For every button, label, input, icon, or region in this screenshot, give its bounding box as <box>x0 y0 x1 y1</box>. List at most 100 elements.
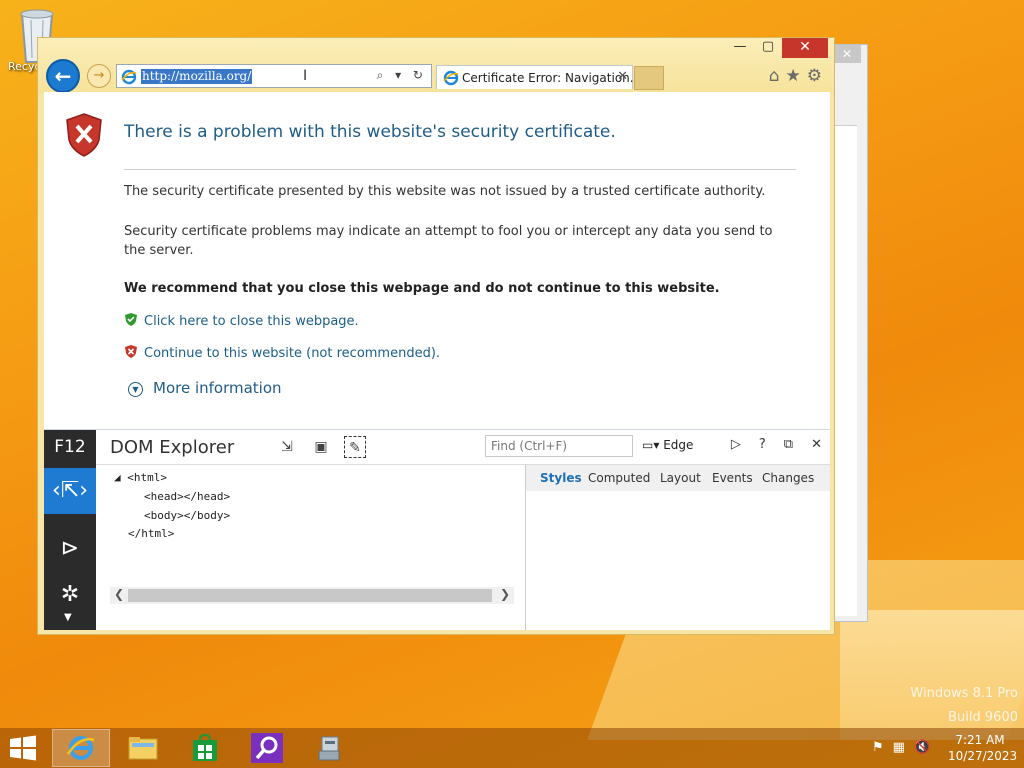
home-icon[interactable]: ⌂ <box>769 66 780 86</box>
address-url-text[interactable]: http://mozilla.org/ <box>141 69 253 84</box>
developer-tools-panel: F12 ‹⇱› ⊳ ✲ ▼ DOM Explorer ⇲ ▣ ✎ Find (C… <box>44 429 830 630</box>
address-tools[interactable]: ⌕ ▾ ↻ <box>377 68 427 83</box>
styles-tab-bar: Styles Computed Layout Events Changes <box>526 465 830 491</box>
select-element-icon[interactable]: ⇲ <box>276 436 298 458</box>
scroll-left-icon[interactable]: ❮ <box>114 587 124 601</box>
settings-gear-icon[interactable]: ⚙ <box>807 66 822 86</box>
tab-close-icon[interactable]: ✕ <box>617 69 628 84</box>
folder-icon <box>128 737 158 760</box>
more-information-toggle[interactable]: ▼ More information <box>128 379 282 397</box>
window-controls: — ▢ ✕ <box>726 38 828 58</box>
continue-website-link[interactable]: Continue to this website (not recommende… <box>124 344 440 361</box>
scrollbar-thumb[interactable] <box>128 589 492 602</box>
dom-node-html-close[interactable]: </html> <box>128 527 174 540</box>
dom-node-html[interactable]: ◢ <html> <box>114 471 167 484</box>
system-tray: ⚑ ▦ 🔇 <box>872 740 930 755</box>
debugger-bug-icon: ✲ <box>60 582 80 607</box>
page-title: There is a problem with this website's s… <box>124 122 616 142</box>
volume-muted-icon[interactable]: 🔇 <box>914 740 930 755</box>
background-window-content <box>833 125 857 616</box>
document-mode-dropdown[interactable]: ▭▾ Edge <box>642 438 693 452</box>
console-tool[interactable]: ⊳ <box>44 526 96 572</box>
ie-logo-icon <box>443 70 459 86</box>
panel-title: DOM Explorer <box>110 437 235 458</box>
more-information-label: More information <box>153 379 282 397</box>
close-webpage-label[interactable]: Click here to close this webpage. <box>144 314 359 329</box>
ie-logo-icon <box>121 69 137 85</box>
dom-node-head[interactable]: <head></head> <box>144 490 230 503</box>
recycle-bin-label: Recyc <box>8 60 41 73</box>
taskbar-internet-explorer[interactable] <box>52 729 110 767</box>
address-bar[interactable]: http://mozilla.org/ I ⌕ ▾ ↻ <box>116 64 432 88</box>
tab-changes[interactable]: Changes <box>762 471 814 485</box>
browser-window: — ▢ ✕ ← → http://mozilla.org/ I ⌕ ▾ ↻ Ce… <box>37 37 835 635</box>
scroll-down-icon[interactable]: ▼ <box>64 612 72 623</box>
clock[interactable]: 7:21 AM 10/27/2023 <box>948 732 1018 764</box>
back-arrow-icon: ← <box>54 64 72 88</box>
close-button[interactable]: ✕ <box>782 38 828 58</box>
dom-toolbar-icons: ⇲ ▣ ✎ <box>276 436 366 458</box>
divider <box>124 169 796 170</box>
color-picker-icon[interactable]: ✎ <box>344 436 366 458</box>
windows-start-icon[interactable] <box>8 734 38 762</box>
clock-time: 7:21 AM <box>955 733 1005 747</box>
favorites-star-icon[interactable]: ★ <box>786 66 801 86</box>
page-content: There is a problem with this website's s… <box>44 92 830 429</box>
taskbar-desktop-app[interactable] <box>300 729 358 767</box>
console-icon: ⊳ <box>60 536 80 561</box>
tab-computed[interactable]: Computed <box>588 471 650 485</box>
program-icon <box>318 736 340 761</box>
document-mode-label: Edge <box>663 438 694 452</box>
certificate-explanation: The security certificate presented by th… <box>124 184 766 199</box>
toolbar-icons: ⌂ ★ ⚙ <box>769 66 822 86</box>
green-check-shield-icon <box>125 313 137 326</box>
dom-explorer-tool[interactable]: ‹⇱› <box>44 468 96 514</box>
f12-label: F12 <box>54 437 86 457</box>
background-window[interactable]: ✕ <box>832 44 868 622</box>
dom-node-body[interactable]: <body></body> <box>144 509 230 522</box>
tab-events[interactable]: Events <box>712 471 753 485</box>
find-input[interactable]: Find (Ctrl+F) <box>485 435 633 457</box>
highlight-box-icon[interactable]: ▣ <box>310 436 332 458</box>
red-x-shield-icon <box>125 345 137 358</box>
dom-explorer-icon: ‹⇱› <box>51 478 89 503</box>
title-bar: — ▢ ✕ ← → http://mozilla.org/ I ⌕ ▾ ↻ Ce… <box>38 38 834 94</box>
devtools-window-controls: ▷ ? ⧉ ✕ <box>731 437 822 452</box>
emulation-icon: ▭▾ <box>642 438 660 452</box>
forward-button[interactable]: → <box>87 64 111 88</box>
tab-styles[interactable]: Styles <box>540 471 582 485</box>
clock-date: 10/27/2023 <box>948 749 1018 763</box>
certificate-warning: Security certificate problems may indica… <box>124 224 773 258</box>
continue-website-label[interactable]: Continue to this website (not recommende… <box>144 346 440 361</box>
windows-build-watermark: Build 9600 <box>948 710 1018 725</box>
taskbar-file-explorer[interactable] <box>114 729 172 767</box>
close-webpage-link[interactable]: Click here to close this webpage. <box>124 312 359 329</box>
taskbar-search[interactable] <box>238 729 296 767</box>
dom-tree[interactable]: ◢ <html> <head></head> <body></body> </h… <box>96 465 524 589</box>
background-window-close-icon[interactable]: ✕ <box>833 45 861 63</box>
minimize-button[interactable]: — <box>726 38 754 58</box>
taskbar-store[interactable] <box>176 729 234 767</box>
taskbar: ⚑ ▦ 🔇 7:21 AM 10/27/2023 <box>0 728 1024 768</box>
scroll-right-icon[interactable]: ❯ <box>500 587 510 601</box>
console-toggle-icon[interactable]: ▷ <box>731 437 741 452</box>
maximize-button[interactable]: ▢ <box>754 38 782 58</box>
store-bag-icon <box>193 734 217 761</box>
forward-arrow-icon: → <box>93 68 105 83</box>
search-magnifier-icon <box>251 733 283 763</box>
tab-layout[interactable]: Layout <box>660 471 701 485</box>
back-button[interactable]: ← <box>46 59 80 93</box>
horizontal-scrollbar[interactable]: ❮ ❯ <box>110 587 514 604</box>
action-center-flag-icon[interactable]: ⚑ <box>872 740 884 755</box>
devtools-toolbar: DOM Explorer ⇲ ▣ ✎ Find (Ctrl+F) ▭▾ Edge… <box>96 430 830 465</box>
tab-certificate-error[interactable]: Certificate Error: Navigation... ✕ <box>436 65 641 89</box>
tab-title: Certificate Error: Navigation... <box>462 71 642 85</box>
close-devtools-icon[interactable]: ✕ <box>811 437 822 452</box>
new-tab-button[interactable] <box>634 66 664 90</box>
undock-icon[interactable]: ⧉ <box>784 437 793 452</box>
text-cursor-icon: I <box>303 68 308 84</box>
help-button[interactable]: ? <box>759 437 766 452</box>
devtools-sidebar: F12 ‹⇱› ⊳ ✲ ▼ <box>44 430 96 630</box>
network-icon[interactable]: ▦ <box>893 740 905 755</box>
windows-version-watermark: Windows 8.1 Pro <box>910 686 1018 701</box>
